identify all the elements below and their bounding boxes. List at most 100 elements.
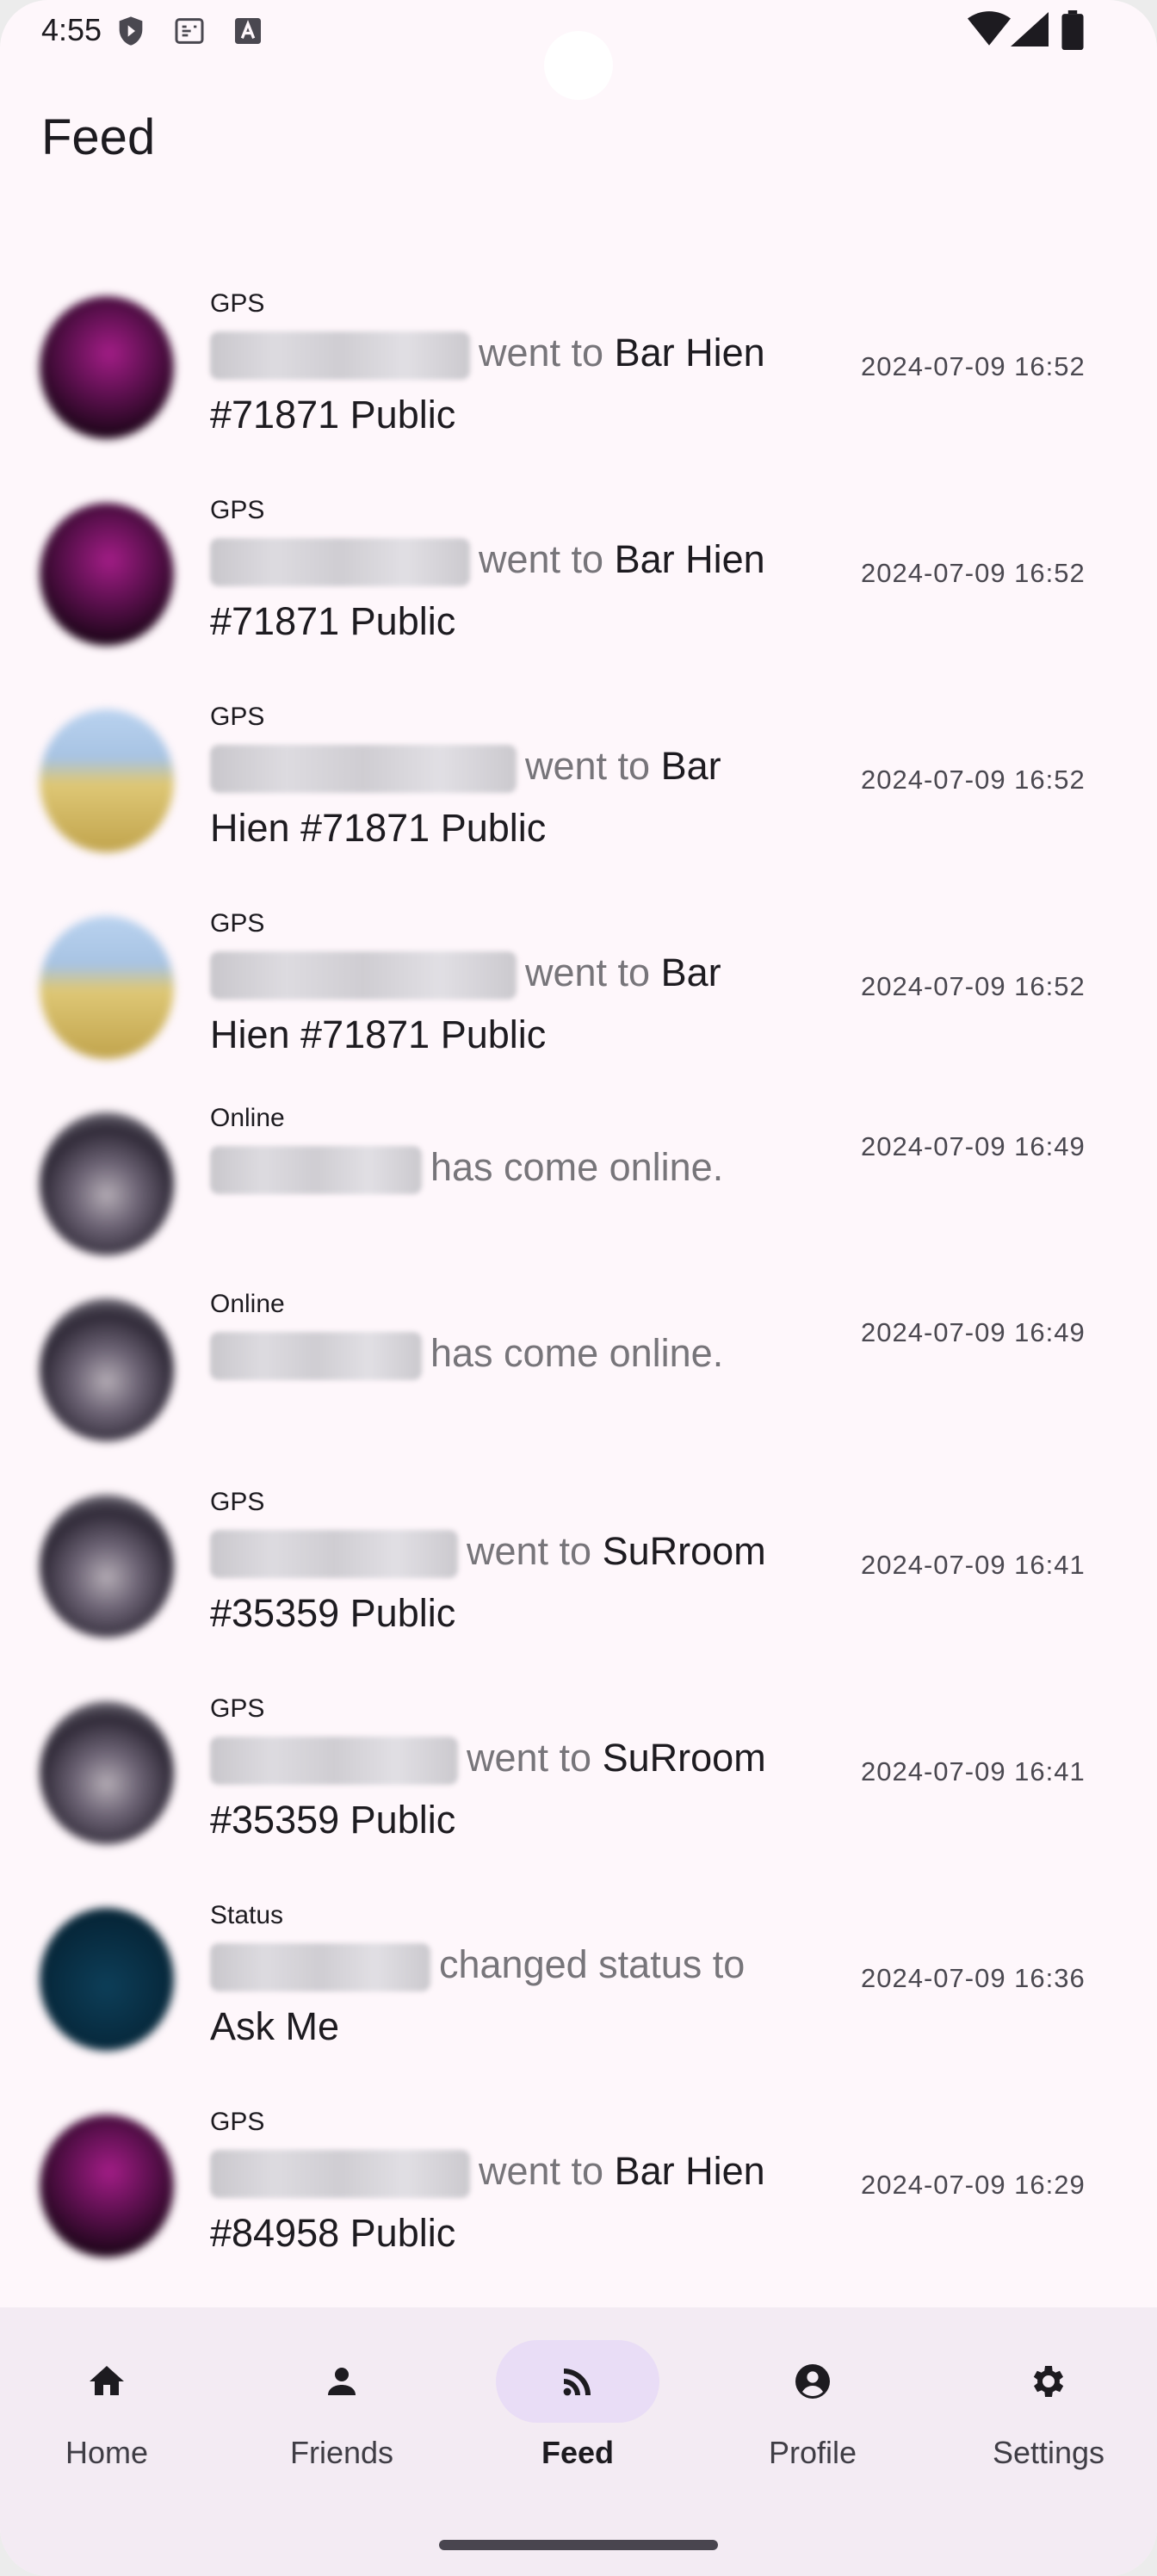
timestamp: 2024-07-09 16:52 xyxy=(861,765,1086,795)
signal-icon xyxy=(1011,12,1049,51)
event-target[interactable]: SuRroom xyxy=(603,1736,766,1780)
event-text: went to Bar Hien #71871 Public xyxy=(210,529,813,653)
event-target[interactable]: Bar xyxy=(661,951,721,994)
event-text: went to Bar Hien #71871 Public xyxy=(210,942,813,1066)
timestamp: 2024-07-09 16:49 xyxy=(861,1317,1086,1347)
avatar[interactable] xyxy=(40,709,174,852)
avatar[interactable] xyxy=(40,296,174,439)
feed-item[interactable]: Online has come online. 2024-07-09 16:49 xyxy=(0,1254,1157,1441)
timestamp: 2024-07-09 16:41 xyxy=(861,1550,1086,1580)
event-type: GPS xyxy=(210,496,265,524)
avatar[interactable] xyxy=(40,1298,174,1441)
event-verb: changed status to xyxy=(439,1942,746,1986)
avatar[interactable] xyxy=(40,1908,174,2051)
avatar[interactable] xyxy=(40,1112,174,1255)
feed-item[interactable]: GPS went to Bar Hien #71871 Public 2024-0… xyxy=(0,861,1157,1068)
event-target[interactable]: #35359 Public xyxy=(210,1591,455,1635)
username-redacted xyxy=(210,1737,458,1786)
nav-feed-label: Feed xyxy=(541,2435,615,2470)
username-redacted xyxy=(210,331,470,381)
event-target[interactable]: #84958 Public xyxy=(210,2211,455,2255)
nav-settings[interactable]: Settings xyxy=(924,2340,1122,2504)
avatar[interactable] xyxy=(40,503,174,646)
username-redacted xyxy=(210,951,517,1000)
event-verb: went to xyxy=(479,2149,604,2193)
nav-home-label: Home xyxy=(65,2435,149,2470)
event-verb: went to xyxy=(479,331,604,375)
event-target[interactable]: Hien #71871 Public xyxy=(210,1012,546,1056)
event-type: Online xyxy=(210,1104,285,1132)
shield-icon xyxy=(114,14,148,53)
event-type: GPS xyxy=(210,2108,265,2136)
gesture-handle[interactable] xyxy=(439,2540,718,2550)
home-icon xyxy=(64,2361,150,2406)
page-title: Feed xyxy=(41,109,156,165)
event-type: GPS xyxy=(210,909,265,938)
rss-feed-icon xyxy=(535,2361,621,2406)
event-target[interactable]: SuRroom xyxy=(603,1529,766,1573)
username-redacted xyxy=(210,538,470,587)
event-target[interactable]: Hien #71871 Public xyxy=(210,806,546,850)
avatar[interactable] xyxy=(40,916,174,1059)
nav-profile-label: Profile xyxy=(768,2435,857,2470)
event-verb: has come online. xyxy=(430,1145,724,1189)
nav-home[interactable]: Home xyxy=(0,2340,180,2504)
feed-item[interactable]: GPS went to Bar Hien #84958 Public 2024-0… xyxy=(0,2059,1157,2266)
event-text: went to Bar Hien #71871 Public xyxy=(210,322,813,446)
feed-item[interactable]: GPS went to SuRroom #35359 Public 2024-07… xyxy=(0,1440,1157,1646)
username-redacted xyxy=(210,1943,430,1992)
event-text: has come online. xyxy=(210,1322,813,1384)
feed-list[interactable]: GPS went to Bar Hien #71871 Public 2024-0… xyxy=(0,207,1157,2307)
event-target[interactable]: Bar Hien xyxy=(615,537,765,581)
event-target[interactable]: #71871 Public xyxy=(210,599,455,643)
event-target[interactable]: Bar Hien xyxy=(615,331,765,375)
status-time: 4:55 xyxy=(41,12,102,47)
timestamp: 2024-07-09 16:52 xyxy=(861,971,1086,1001)
username-redacted xyxy=(210,745,517,794)
event-verb: went to xyxy=(479,537,604,581)
phone-screen: 4:55 Feed GPS went to Bar Hien #71871 Pub… xyxy=(0,0,1157,2576)
feed-item[interactable]: GPS xyxy=(0,2266,1157,2307)
username-redacted xyxy=(210,1332,422,1381)
event-verb: went to xyxy=(525,951,651,994)
nav-feed[interactable]: Feed xyxy=(453,2340,659,2504)
bottom-navigation: Home Friends Feed Profile Settings xyxy=(0,2307,1157,2576)
event-verb: went to xyxy=(467,1529,592,1573)
person-icon xyxy=(299,2361,385,2406)
event-type: GPS xyxy=(210,1488,265,1516)
event-target[interactable]: #35359 Public xyxy=(210,1798,455,1842)
event-text: went to Bar Hien #71871 Public xyxy=(210,735,813,859)
feed-item[interactable]: GPS went to Bar Hien #71871 Public 2024-0… xyxy=(0,448,1157,654)
feed-item[interactable]: GPS went to Bar Hien #71871 Public 2024-0… xyxy=(0,241,1157,448)
keyboard-a-icon xyxy=(231,14,265,53)
event-type: Status xyxy=(210,1901,284,1929)
event-type: Online xyxy=(210,1290,285,1318)
event-text: went to Bar Hien #84958 Public xyxy=(210,2140,813,2264)
account-circle-icon xyxy=(770,2361,856,2406)
event-text: went to SuRroom #35359 Public xyxy=(210,1520,813,1644)
timestamp: 2024-07-09 16:52 xyxy=(861,558,1086,588)
nav-friends[interactable]: Friends xyxy=(217,2340,415,2504)
avatar[interactable] xyxy=(40,2115,174,2257)
event-type: GPS xyxy=(210,289,265,318)
nav-profile[interactable]: Profile xyxy=(688,2340,886,2504)
username-redacted xyxy=(210,2150,470,2199)
feed-item[interactable]: GPS went to Bar Hien #71871 Public 2024-0… xyxy=(0,654,1157,861)
event-target[interactable]: #71871 Public xyxy=(210,393,455,437)
event-target: Ask Me xyxy=(210,2004,340,2048)
nav-settings-label: Settings xyxy=(992,2435,1105,2470)
feed-item[interactable]: Status changed status to Ask Me 2024-07-0… xyxy=(0,1853,1157,2059)
event-verb: has come online. xyxy=(430,1331,724,1375)
feed-item[interactable]: Online has come online. 2024-07-09 16:49 xyxy=(0,1068,1157,1255)
avatar[interactable] xyxy=(40,1701,174,1844)
event-type: GPS xyxy=(210,703,265,731)
battery-icon xyxy=(1061,10,1085,54)
avatar[interactable] xyxy=(40,1495,174,1638)
timestamp: 2024-07-09 16:41 xyxy=(861,1756,1086,1786)
gear-icon xyxy=(1005,2361,1092,2406)
username-redacted xyxy=(210,1146,422,1195)
wifi-icon xyxy=(968,10,1011,53)
event-target[interactable]: Bar xyxy=(661,744,721,788)
feed-item[interactable]: GPS went to SuRroom #35359 Public 2024-07… xyxy=(0,1646,1157,1853)
event-target[interactable]: Bar Hien xyxy=(615,2149,765,2193)
